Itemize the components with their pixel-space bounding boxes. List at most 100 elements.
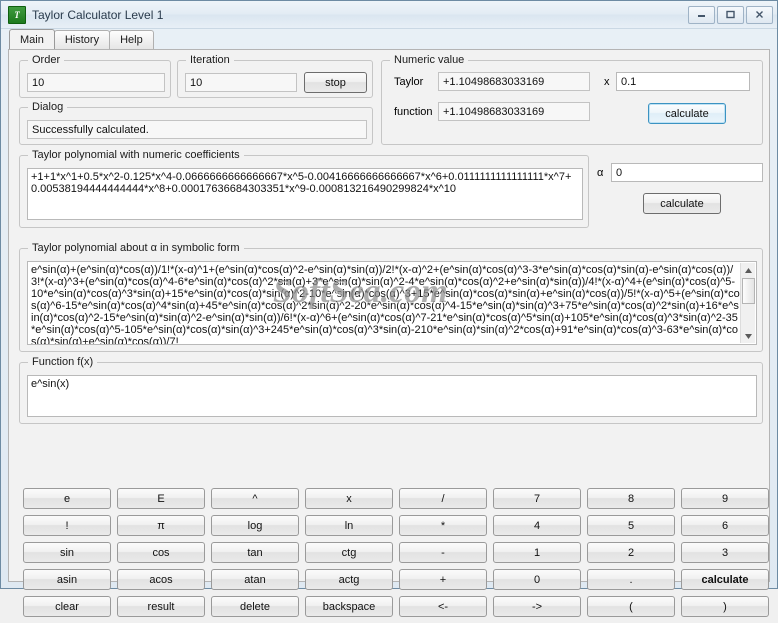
key-4[interactable]: 4 [493, 515, 581, 536]
key-plus[interactable]: + [399, 569, 487, 590]
function-fx-textarea[interactable]: e^sin(x) [27, 375, 757, 417]
key-label: calculate [701, 573, 749, 586]
key-label: 5 [627, 519, 635, 532]
key-log[interactable]: log [211, 515, 299, 536]
symbolic-poly-group: Taylor polynomial about α in symbolic fo… [19, 242, 763, 352]
key-label: <- [437, 600, 449, 613]
key-label: delete [240, 600, 270, 613]
key-e[interactable]: e [23, 488, 111, 509]
key-result[interactable]: result [117, 596, 205, 617]
app-window: T Taylor Calculator Level 1 Main History… [0, 0, 778, 617]
alpha-label: α [597, 167, 604, 179]
key-label: 4 [533, 519, 541, 532]
key-calculate[interactable]: calculate [681, 569, 769, 590]
function-value-field [438, 102, 590, 121]
key-ln[interactable]: ln [305, 515, 393, 536]
symbolic-poly-scrollbar[interactable] [740, 263, 755, 343]
key-label: backspace [322, 600, 376, 613]
key-acos[interactable]: acos [117, 569, 205, 590]
alpha-input[interactable] [611, 163, 763, 182]
key-7[interactable]: 7 [493, 488, 581, 509]
order-legend: Order [28, 54, 65, 66]
key-3[interactable]: 3 [681, 542, 769, 563]
key-0[interactable]: 0 [493, 569, 581, 590]
symbolic-poly-legend: Taylor polynomial about α in symbolic fo… [28, 242, 244, 254]
key-paren-close[interactable]: ) [681, 596, 769, 617]
maximize-icon[interactable] [717, 5, 744, 24]
key-label: e [63, 492, 71, 505]
key-clear[interactable]: clear [23, 596, 111, 617]
key-label: 1 [533, 546, 541, 559]
scrollbar-thumb[interactable] [742, 278, 755, 304]
order-group: Order [19, 54, 171, 98]
key-ctg[interactable]: ctg [305, 542, 393, 563]
key-factorial[interactable]: ! [23, 515, 111, 536]
key-cos[interactable]: cos [117, 542, 205, 563]
taylor-label: Taylor [394, 76, 424, 88]
iteration-group: Iteration stop [177, 54, 373, 98]
key-8[interactable]: 8 [587, 488, 675, 509]
key-backspace[interactable]: backspace [305, 596, 393, 617]
numeric-value-group: Numeric value Taylor function x calculat… [381, 54, 763, 145]
tab-main[interactable]: Main [9, 29, 55, 49]
taylor-value-field [438, 72, 590, 91]
iteration-input[interactable] [185, 73, 297, 92]
key-label: + [439, 573, 447, 586]
key-1[interactable]: 1 [493, 542, 581, 563]
numeric-poly-legend: Taylor polynomial with numeric coefficie… [28, 149, 244, 161]
key-label: ( [629, 600, 633, 613]
key-sin[interactable]: sin [23, 542, 111, 563]
key-5[interactable]: 5 [587, 515, 675, 536]
key-label: tan [247, 546, 263, 559]
key-9[interactable]: 9 [681, 488, 769, 509]
close-icon[interactable] [746, 5, 773, 24]
symbolic-poly-container: e^sin(α)+(e^sin(α)*cos(α))/1!*(x-α)^1+(e… [27, 261, 757, 345]
dialog-legend: Dialog [28, 101, 68, 113]
key-6[interactable]: 6 [681, 515, 769, 536]
key-paren-open[interactable]: ( [587, 596, 675, 617]
numeric-poly-textarea[interactable]: +1+1*x^1+0.5*x^2-0.125*x^4-0.06666666666… [27, 168, 583, 220]
key-label: 6 [721, 519, 729, 532]
keypad-row: e E ^ x / 7 8 9 [23, 488, 773, 509]
key-arrow-right[interactable]: -> [493, 596, 581, 617]
key-label: 8 [627, 492, 635, 505]
key-tan[interactable]: tan [211, 542, 299, 563]
keypad-row: ! π log ln * 4 5 6 [23, 515, 773, 536]
key-E[interactable]: E [117, 488, 205, 509]
key-x[interactable]: x [305, 488, 393, 509]
key-atan[interactable]: atan [211, 569, 299, 590]
key-arrow-left[interactable]: <- [399, 596, 487, 617]
key-label: sin [59, 546, 75, 559]
tab-panel-main: Order Iteration stop Dialog Numeric valu… [8, 49, 773, 617]
symbolic-poly-textarea[interactable]: e^sin(α)+(e^sin(α)*cos(α))/1!*(x-α)^1+(e… [28, 262, 744, 344]
key-divide[interactable]: / [399, 488, 487, 509]
key-label: 2 [627, 546, 635, 559]
key-2[interactable]: 2 [587, 542, 675, 563]
tab-history[interactable]: History [53, 30, 111, 49]
key-pi[interactable]: π [117, 515, 205, 536]
key-label: . [629, 573, 633, 586]
tab-help[interactable]: Help [109, 30, 154, 49]
key-asin[interactable]: asin [23, 569, 111, 590]
key-actg[interactable]: actg [305, 569, 393, 590]
minimize-icon[interactable] [688, 5, 715, 24]
key-label: ) [723, 600, 727, 613]
key-power[interactable]: ^ [211, 488, 299, 509]
numeric-calculate-button[interactable]: calculate [648, 103, 726, 124]
iteration-legend: Iteration [186, 54, 234, 66]
key-multiply[interactable]: * [399, 515, 487, 536]
symbolic-calculate-button[interactable]: calculate [643, 193, 721, 214]
x-label: x [604, 76, 610, 88]
key-minus[interactable]: - [399, 542, 487, 563]
tab-main-label: Main [20, 33, 44, 46]
key-delete[interactable]: delete [211, 596, 299, 617]
stop-button[interactable]: stop [304, 72, 367, 93]
scroll-up-arrow-icon[interactable] [741, 263, 756, 277]
scroll-down-arrow-icon[interactable] [741, 329, 756, 343]
function-fx-legend: Function f(x) [28, 356, 98, 368]
tab-history-label: History [64, 34, 100, 46]
key-decimal-point[interactable]: . [587, 569, 675, 590]
x-input[interactable] [616, 72, 750, 91]
order-input[interactable] [27, 73, 165, 92]
key-label: 0 [533, 573, 541, 586]
